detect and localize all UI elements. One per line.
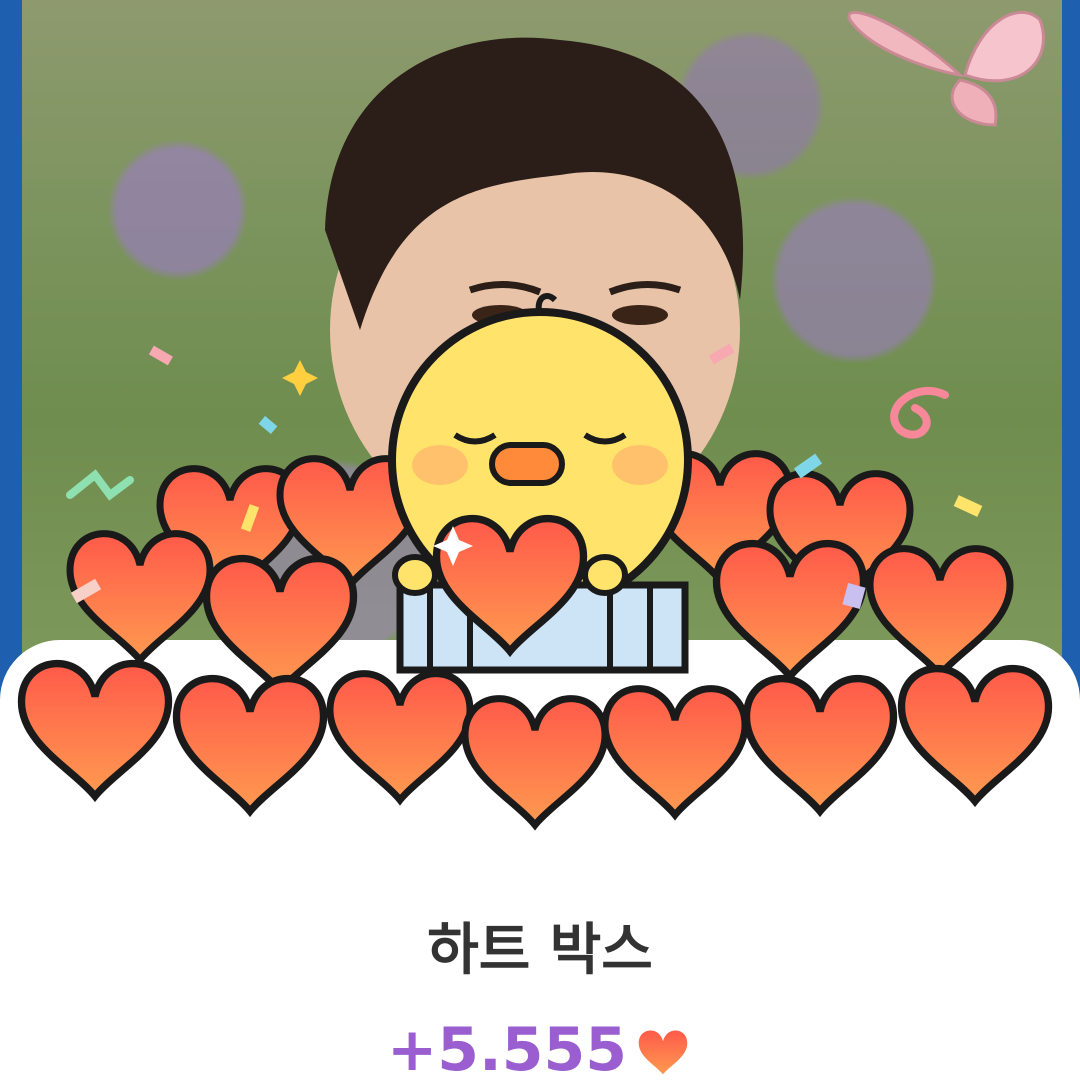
- reward-title: 하트 박스: [427, 918, 653, 983]
- heart-box-reward-screen: 하트 박스 +5.555: [0, 0, 1080, 1080]
- reward-amount-value: +5.555: [386, 1015, 628, 1080]
- reward-amount: +5.555: [0, 1015, 1080, 1080]
- heart-icon: [638, 1030, 688, 1075]
- heart-pile-illustration: [0, 293, 1080, 860]
- chick-mascot: [388, 293, 692, 674]
